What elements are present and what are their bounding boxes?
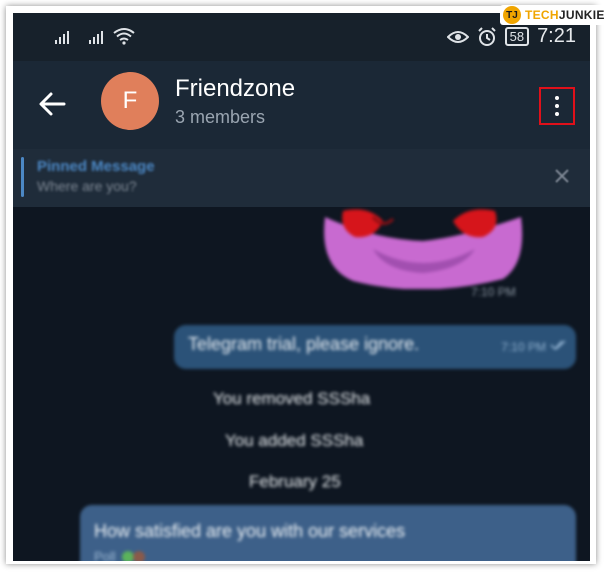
poll-message[interactable]: How satisfied are you with our services … — [80, 505, 576, 561]
message-text: Telegram trial, please ignore. — [188, 334, 420, 354]
phone-screen: 58 7:21 F Friendzone 3 members Pinned Me… — [13, 13, 590, 561]
eye-icon — [446, 30, 469, 43]
poll-label: Poll — [94, 549, 116, 561]
signal-icon — [55, 30, 69, 44]
close-icon[interactable] — [553, 167, 571, 185]
message-time: 7:10 PM — [501, 340, 546, 354]
pinned-title: Pinned Message — [37, 158, 155, 175]
status-right: 58 7:21 — [446, 25, 576, 48]
more-vertical-icon — [555, 96, 559, 100]
logo-mark: TJ — [503, 6, 521, 24]
wifi-icon — [113, 28, 135, 45]
service-message: You added SSSha — [225, 431, 364, 450]
back-arrow-icon[interactable] — [37, 89, 67, 119]
chat-header: F Friendzone 3 members — [13, 61, 590, 149]
pinned-message-bar[interactable]: Pinned Message Where are you? — [13, 149, 590, 207]
date-separator: February 25 — [249, 472, 341, 491]
battery-icon: 58 — [504, 27, 530, 46]
alarm-icon — [477, 26, 496, 46]
poll-footer: Poll — [94, 549, 145, 561]
logo-text: TECHJUNKIE — [525, 8, 604, 22]
sticker-image[interactable] — [313, 207, 535, 289]
group-avatar[interactable]: F — [101, 72, 159, 130]
clock: 7:21 — [537, 25, 576, 47]
chat-title[interactable]: Friendzone — [175, 75, 295, 103]
sticker-time: 7:10 PM — [471, 285, 516, 299]
voter-avatar — [132, 550, 145, 561]
more-options-button[interactable] — [539, 87, 575, 125]
outgoing-message[interactable]: Telegram trial, please ignore. 7:10 PM — [174, 325, 576, 369]
avatar-letter: F — [122, 87, 138, 114]
voter-avatar — [121, 550, 134, 561]
service-message: You removed SSSha — [213, 389, 371, 408]
pinned-accent-bar — [21, 157, 24, 197]
techjunkie-logo: TJ TECHJUNKIE — [500, 5, 604, 25]
chat-area[interactable]: 7:10 PM Telegram trial, please ignore. 7… — [13, 207, 590, 561]
pinned-text: Where are you? — [37, 178, 137, 194]
double-check-icon — [550, 340, 566, 351]
signal-icon — [89, 30, 103, 44]
member-count: 3 members — [175, 107, 266, 127]
poll-question: How satisfied are you with our services — [94, 521, 406, 541]
